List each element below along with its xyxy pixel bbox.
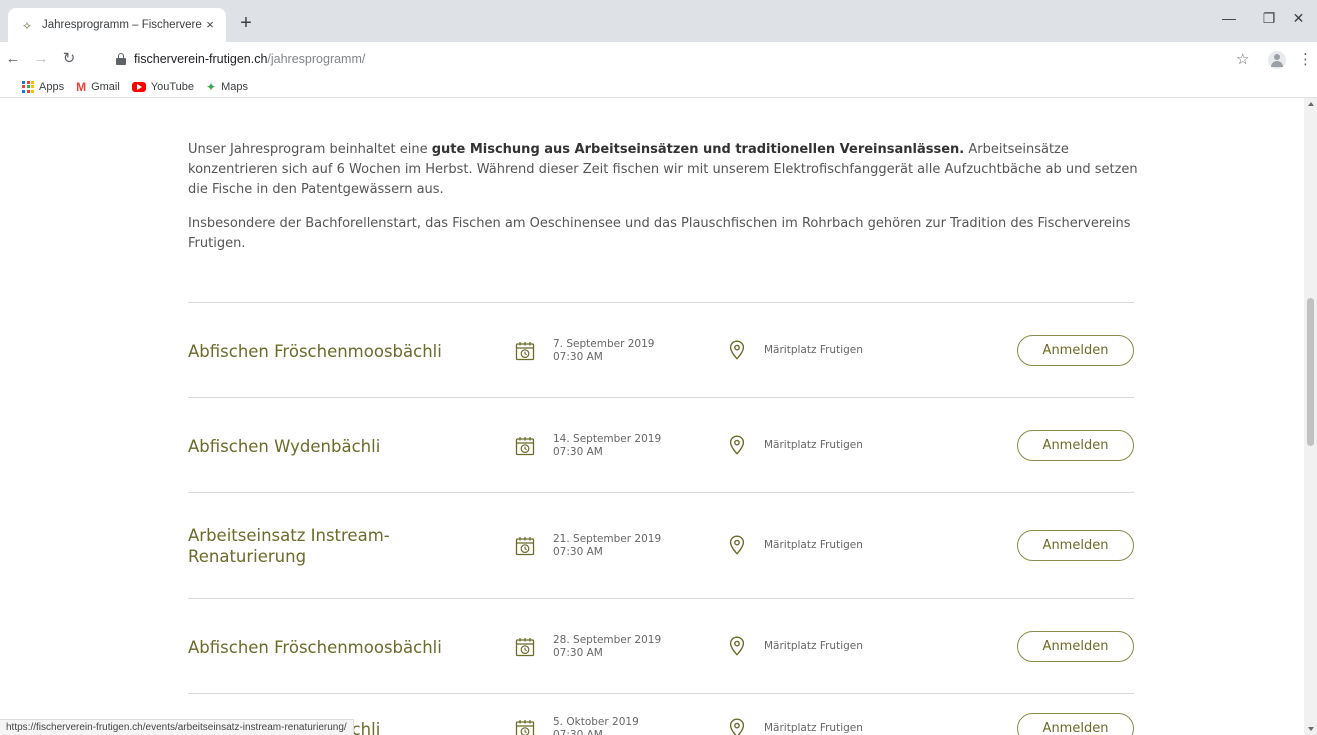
bookmarks-bar: Apps M Gmail YouTube ✦ Maps — [0, 76, 1317, 98]
browser-tab-bar: ⟡ Jahresprogramm – Fischerverein × + — ❐… — [0, 0, 1317, 42]
register-button[interactable]: Anmelden — [1017, 631, 1134, 662]
event-time: 07:30 AM — [553, 446, 603, 458]
location-pin-icon — [729, 340, 745, 360]
gmail-icon: M — [76, 79, 87, 94]
event-location: Märitplatz Frutigen — [764, 640, 863, 652]
event-time: 07:30 AM — [553, 546, 603, 558]
apps-grid-icon — [22, 80, 34, 93]
event-date: 28. September 2019 — [553, 634, 662, 646]
register-button[interactable]: Anmelden — [1017, 430, 1134, 461]
browser-toolbar: ← → ↻ fischerverein-frutigen.ch /jahresp… — [0, 42, 1317, 76]
back-arrow-icon[interactable]: ← — [2, 48, 24, 70]
fish-favicon-icon: ⟡ — [23, 18, 31, 32]
bookmark-label: Gmail — [91, 80, 120, 93]
event-list: Abfischen Fröschenmoosbächli 7. September… — [188, 302, 1134, 735]
new-tab-button[interactable]: + — [234, 12, 258, 36]
calendar-clock-icon — [515, 436, 535, 456]
forward-arrow-icon[interactable]: → — [30, 48, 52, 70]
event-datetime: 21. September 2019 07:30 AM — [553, 533, 661, 559]
maps-pin-icon: ✦ — [206, 79, 217, 94]
event-time: 07:30 AM — [553, 729, 603, 735]
event-location: Märitplatz Frutigen — [764, 439, 863, 451]
calendar-clock-icon — [515, 719, 535, 735]
youtube-icon — [131, 81, 146, 92]
bookmark-maps[interactable]: ✦ Maps — [206, 81, 248, 93]
event-location: Märitplatz Frutigen — [764, 722, 863, 734]
window-close-icon[interactable]: ✕ — [1280, 10, 1317, 30]
location-pin-icon — [729, 435, 745, 455]
scroll-down-arrow-icon[interactable] — [1308, 727, 1314, 731]
bookmark-label: Maps — [221, 80, 249, 93]
event-row: Abfischen Fröschenmoosbächli 28. Septembe… — [188, 598, 1134, 693]
location-pin-icon — [729, 636, 745, 656]
event-datetime: 7. September 2019 07:30 AM — [553, 338, 654, 364]
event-date: 21. September 2019 — [553, 533, 662, 545]
bookmark-label: YouTube — [150, 80, 195, 93]
url-path: /jahresprogramm/ — [267, 52, 366, 66]
profile-avatar-icon[interactable] — [1268, 51, 1286, 69]
intro-text: Unser Jahresprogram beinhaltet eine gute… — [188, 140, 1138, 268]
event-title[interactable]: Abfischen Wydenbächli — [188, 436, 478, 457]
page-viewport: Unser Jahresprogram beinhaltet eine gute… — [0, 98, 1304, 735]
event-title[interactable]: Abfischen Fröschenmoosbächli — [188, 341, 478, 362]
bookmark-apps[interactable]: Apps — [22, 80, 65, 93]
event-time: 07:30 AM — [553, 647, 603, 659]
bookmark-label: Apps — [39, 80, 65, 93]
event-datetime: 14. September 2019 07:30 AM — [553, 433, 661, 459]
calendar-clock-icon — [515, 341, 535, 361]
register-button[interactable]: Anmelden — [1017, 530, 1134, 561]
scroll-up-arrow-icon[interactable] — [1308, 102, 1314, 106]
calendar-clock-icon — [515, 637, 535, 657]
location-pin-icon — [729, 535, 745, 555]
scroll-thumb[interactable] — [1307, 298, 1314, 446]
menu-dots-icon[interactable]: ⋮ — [1298, 50, 1313, 68]
url-host: fischerverein-frutigen.ch — [134, 52, 268, 66]
lock-icon — [116, 53, 126, 65]
event-time: 07:30 AM — [553, 351, 603, 363]
event-location: Märitplatz Frutigen — [764, 344, 863, 356]
register-button[interactable]: Anmelden — [1017, 335, 1134, 366]
intro-paragraph-1: Unser Jahresprogram beinhaltet eine gute… — [188, 142, 1138, 197]
event-row: Abfischen Wydenbächli 14. September 2019 0… — [188, 397, 1134, 492]
event-datetime: 5. Oktober 2019 07:30 AM — [553, 716, 639, 735]
bookmark-youtube[interactable]: YouTube — [131, 80, 195, 93]
location-pin-icon — [729, 718, 745, 735]
link-status-bar: https://fischerverein-frutigen.ch/events… — [0, 719, 354, 735]
register-button[interactable]: Anmelden — [1017, 713, 1134, 735]
tab-close-icon[interactable]: × — [202, 17, 218, 33]
reload-icon[interactable]: ↻ — [58, 48, 80, 70]
event-location: Märitplatz Frutigen — [764, 539, 863, 551]
event-row: Abfischen Fröschenmoosbächli 7. September… — [188, 302, 1134, 397]
event-row: Arbeitseinsatz Instream-Renaturierung 21.… — [188, 492, 1134, 598]
event-title[interactable]: Abfischen Fröschenmoosbächli — [188, 637, 478, 658]
event-date: 14. September 2019 — [553, 433, 662, 445]
tab-title: Jahresprogramm – Fischerverein — [42, 19, 202, 31]
event-date: 5. Oktober 2019 — [553, 716, 639, 728]
event-date: 7. September 2019 — [553, 338, 655, 350]
page-scrollbar[interactable] — [1304, 98, 1317, 735]
event-datetime: 28. September 2019 07:30 AM — [553, 634, 661, 660]
address-bar[interactable]: fischerverein-frutigen.ch /jahresprogram… — [108, 46, 1218, 72]
bookmark-star-icon[interactable]: ☆ — [1236, 50, 1249, 68]
browser-tab[interactable]: ⟡ Jahresprogramm – Fischerverein × — [8, 8, 226, 42]
calendar-clock-icon — [515, 536, 535, 556]
intro-paragraph-2: Insbesondere der Bachforellenstart, das … — [188, 216, 1131, 251]
event-title[interactable]: Arbeitseinsatz Instream-Renaturierung — [188, 525, 478, 567]
bookmark-gmail[interactable]: M Gmail — [76, 81, 120, 93]
